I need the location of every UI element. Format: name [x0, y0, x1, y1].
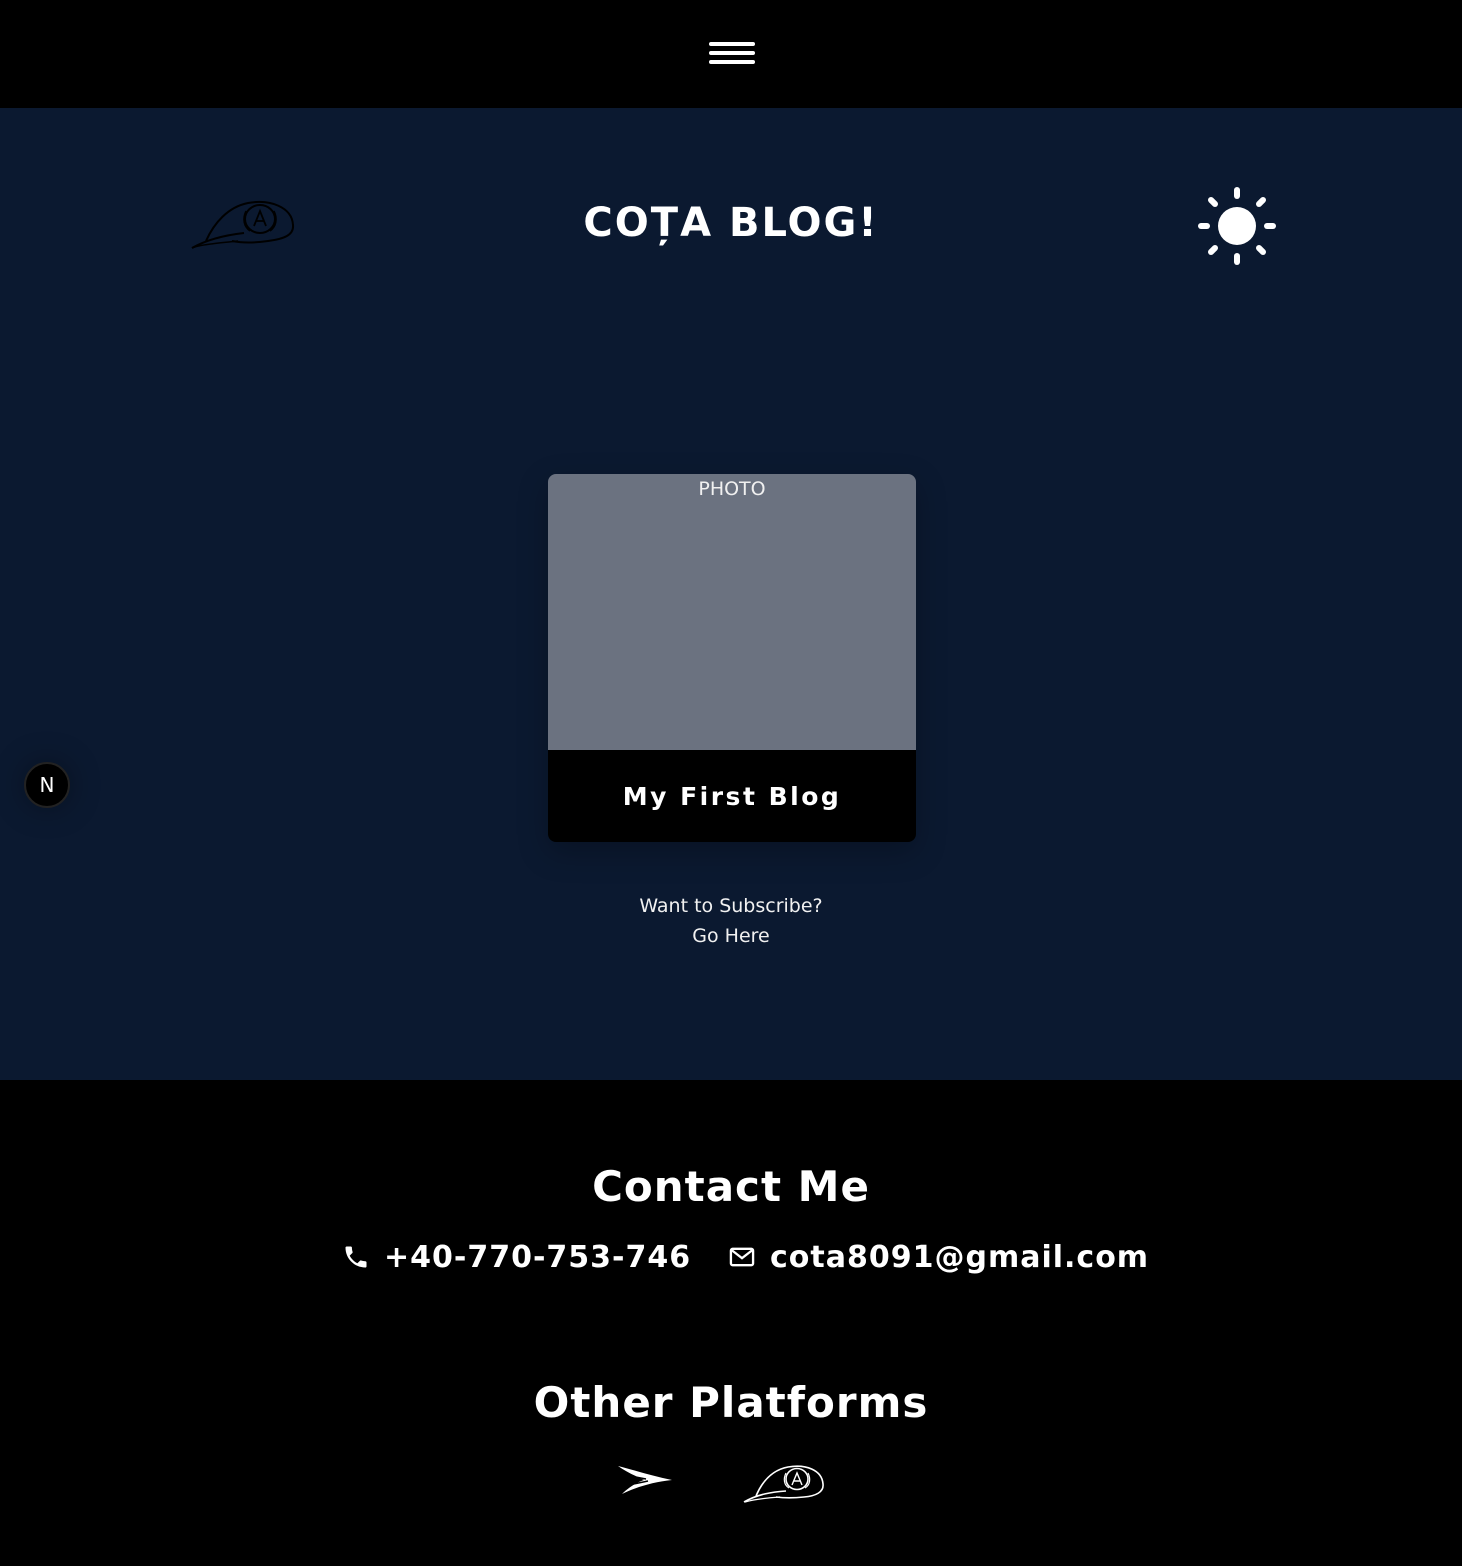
blog-card-photo: PHOTO — [548, 474, 916, 750]
subscribe-link[interactable]: Go Here — [692, 925, 769, 947]
blog-card-title: My First Blog — [622, 781, 842, 811]
email-address: cota8091@gmail.com — [770, 1239, 1150, 1275]
hamburger-menu-icon[interactable] — [709, 40, 755, 70]
sun-icon[interactable] — [1195, 185, 1279, 269]
main-section: COȚA BLOG! PHOTO My First Blog Want to S… — [0, 108, 1462, 1080]
mail-icon — [729, 1247, 755, 1267]
contact-row: +40-770-753-746 cota8091@gmail.com — [0, 1235, 1462, 1279]
phone-contact[interactable]: +40-770-753-746 — [342, 1235, 691, 1279]
platforms-heading: Other Platforms — [533, 1378, 929, 1427]
top-nav-bar — [0, 0, 1462, 108]
badge-letter: N — [39, 773, 55, 797]
contact-heading: Contact Me — [592, 1162, 870, 1211]
baseball-cap-platform-icon[interactable] — [742, 1460, 826, 1506]
phone-number: +40-770-753-746 — [384, 1239, 692, 1275]
blog-card-footer: My First Blog — [548, 750, 916, 842]
photo-placeholder-label: PHOTO — [698, 478, 766, 500]
arrow-platform-icon[interactable] — [616, 1462, 674, 1496]
email-contact[interactable]: cota8091@gmail.com — [728, 1235, 1149, 1279]
subscribe-prompt: Want to Subscribe? — [639, 895, 823, 917]
phone-icon — [345, 1246, 367, 1268]
subscribe-block: Want to Subscribe? Go Here — [0, 891, 1462, 951]
dev-tools-badge[interactable]: N — [24, 762, 70, 808]
footer: Contact Me +40-770-753-746 cota8091@gmai… — [0, 1080, 1462, 1566]
blog-card[interactable]: PHOTO My First Blog — [548, 474, 916, 842]
